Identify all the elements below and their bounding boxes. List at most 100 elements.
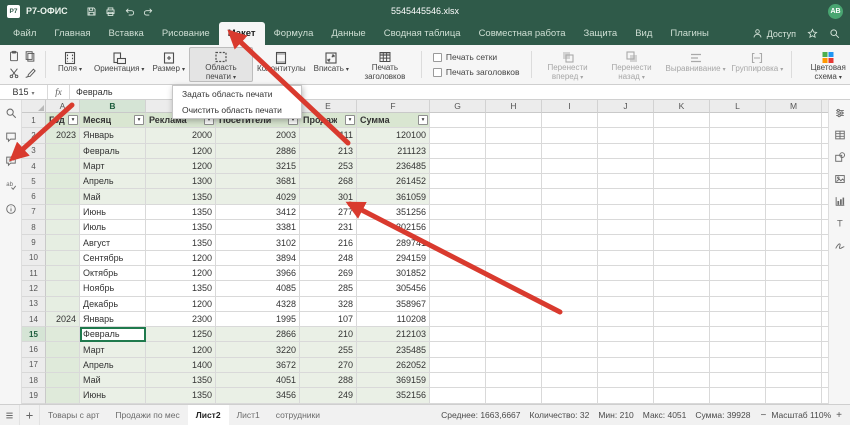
filter-button-E[interactable]: ▾ bbox=[345, 115, 355, 125]
cell-J3[interactable] bbox=[598, 144, 654, 159]
filter-button-A[interactable]: ▾ bbox=[68, 115, 78, 125]
cell-K3[interactable] bbox=[654, 144, 710, 159]
cell-I7[interactable] bbox=[542, 205, 598, 220]
cell-K9[interactable] bbox=[654, 235, 710, 250]
cell-E7[interactable]: 277 bbox=[300, 205, 357, 220]
cell-H8[interactable] bbox=[486, 220, 542, 235]
cell-H10[interactable] bbox=[486, 251, 542, 266]
cell-B5[interactable]: Апрель bbox=[80, 174, 146, 189]
search-icon[interactable] bbox=[5, 107, 17, 119]
cell-C2[interactable]: 2000 bbox=[146, 128, 216, 143]
cell-M5[interactable] bbox=[766, 174, 822, 189]
cell-B3[interactable]: Февраль bbox=[80, 144, 146, 159]
print-headings-checkbox[interactable]: Печать заголовков bbox=[433, 67, 520, 77]
cell-C11[interactable]: 1200 bbox=[146, 266, 216, 281]
cell-H5[interactable] bbox=[486, 174, 542, 189]
cell-K1[interactable] bbox=[654, 113, 710, 128]
cell-J9[interactable] bbox=[598, 235, 654, 250]
cell-L16[interactable] bbox=[710, 342, 766, 357]
cell-A11[interactable] bbox=[46, 266, 80, 281]
textart-icon[interactable]: T bbox=[834, 217, 846, 229]
cell-G3[interactable] bbox=[430, 144, 486, 159]
cell-K6[interactable] bbox=[654, 189, 710, 204]
cell-G8[interactable] bbox=[430, 220, 486, 235]
menu-tab-11[interactable]: Вид bbox=[626, 22, 661, 45]
cell-J1[interactable] bbox=[598, 113, 654, 128]
cell-A3[interactable] bbox=[46, 144, 80, 159]
cell-A1[interactable]: Год▾ bbox=[46, 113, 80, 128]
cell-G11[interactable] bbox=[430, 266, 486, 281]
cell-B2[interactable]: Январь bbox=[80, 128, 146, 143]
row-header-7[interactable]: 7 bbox=[22, 205, 46, 220]
cell-M19[interactable] bbox=[766, 388, 822, 403]
cell-F11[interactable]: 301852 bbox=[357, 266, 430, 281]
cell-G16[interactable] bbox=[430, 342, 486, 357]
cell-H3[interactable] bbox=[486, 144, 542, 159]
cell-A7[interactable] bbox=[46, 205, 80, 220]
cell-E8[interactable]: 231 bbox=[300, 220, 357, 235]
col-header-A[interactable]: A bbox=[46, 100, 80, 113]
menu-tab-9[interactable]: Совместная работа bbox=[470, 22, 575, 45]
cell-D8[interactable]: 3381 bbox=[216, 220, 300, 235]
cell-H14[interactable] bbox=[486, 312, 542, 327]
cell-D18[interactable]: 4051 bbox=[216, 373, 300, 388]
cell-D7[interactable]: 3412 bbox=[216, 205, 300, 220]
cell-E18[interactable]: 288 bbox=[300, 373, 357, 388]
favorite-star-icon[interactable] bbox=[807, 28, 818, 39]
cell-H11[interactable] bbox=[486, 266, 542, 281]
row-header-19[interactable]: 19 bbox=[22, 388, 46, 403]
cell-M17[interactable] bbox=[766, 358, 822, 373]
cell-D13[interactable]: 4328 bbox=[216, 297, 300, 312]
cell-F2[interactable]: 120100 bbox=[357, 128, 430, 143]
row-header-9[interactable]: 9 bbox=[22, 235, 46, 250]
cell-A10[interactable] bbox=[46, 251, 80, 266]
cell-E4[interactable]: 253 bbox=[300, 159, 357, 174]
cell-L14[interactable] bbox=[710, 312, 766, 327]
cell-M15[interactable] bbox=[766, 327, 822, 342]
menu-tab-12[interactable]: Плагины bbox=[661, 22, 718, 45]
cell-F1[interactable]: Сумма▾ bbox=[357, 113, 430, 128]
cell-H1[interactable] bbox=[486, 113, 542, 128]
cell-H4[interactable] bbox=[486, 159, 542, 174]
cell-C6[interactable]: 1350 bbox=[146, 189, 216, 204]
cell-K2[interactable] bbox=[654, 128, 710, 143]
cell-K10[interactable] bbox=[654, 251, 710, 266]
cell-K5[interactable] bbox=[654, 174, 710, 189]
row-header-13[interactable]: 13 bbox=[22, 297, 46, 312]
cell-K19[interactable] bbox=[654, 388, 710, 403]
bring-forward-button[interactable]: Перенести вперед bbox=[536, 47, 600, 82]
cell-K16[interactable] bbox=[654, 342, 710, 357]
row-header-11[interactable]: 11 bbox=[22, 266, 46, 281]
table-icon[interactable] bbox=[834, 129, 846, 141]
cell-E19[interactable]: 249 bbox=[300, 388, 357, 403]
cell-L15[interactable] bbox=[710, 327, 766, 342]
cell-C12[interactable]: 1350 bbox=[146, 281, 216, 296]
cell-J11[interactable] bbox=[598, 266, 654, 281]
menu-tab-5[interactable]: Макет bbox=[219, 22, 265, 45]
copy-icon[interactable] bbox=[22, 48, 37, 64]
cell-A8[interactable] bbox=[46, 220, 80, 235]
cell-J6[interactable] bbox=[598, 189, 654, 204]
menu-tab-10[interactable]: Защита bbox=[575, 22, 627, 45]
cell-M11[interactable] bbox=[766, 266, 822, 281]
cell-L1[interactable] bbox=[710, 113, 766, 128]
cell-C8[interactable]: 1350 bbox=[146, 220, 216, 235]
zoom-in-button[interactable]: + bbox=[836, 410, 842, 421]
cell-F6[interactable]: 361059 bbox=[357, 189, 430, 204]
cell-F3[interactable]: 211123 bbox=[357, 144, 430, 159]
chart-icon[interactable] bbox=[834, 195, 846, 207]
cell-D14[interactable]: 1995 bbox=[216, 312, 300, 327]
cell-B4[interactable]: Март bbox=[80, 159, 146, 174]
col-header-B[interactable]: B bbox=[80, 100, 146, 113]
cell-J10[interactable] bbox=[598, 251, 654, 266]
row-header-3[interactable]: 3 bbox=[22, 144, 46, 159]
cell-B8[interactable]: Июль bbox=[80, 220, 146, 235]
cell-J7[interactable] bbox=[598, 205, 654, 220]
redo-icon[interactable] bbox=[143, 6, 154, 17]
brush-icon[interactable] bbox=[22, 65, 37, 81]
cell-E3[interactable]: 213 bbox=[300, 144, 357, 159]
cell-L3[interactable] bbox=[710, 144, 766, 159]
cell-A15[interactable] bbox=[46, 327, 80, 342]
menu-tab-3[interactable]: Вставка bbox=[100, 22, 153, 45]
select-all-corner[interactable] bbox=[22, 100, 46, 113]
